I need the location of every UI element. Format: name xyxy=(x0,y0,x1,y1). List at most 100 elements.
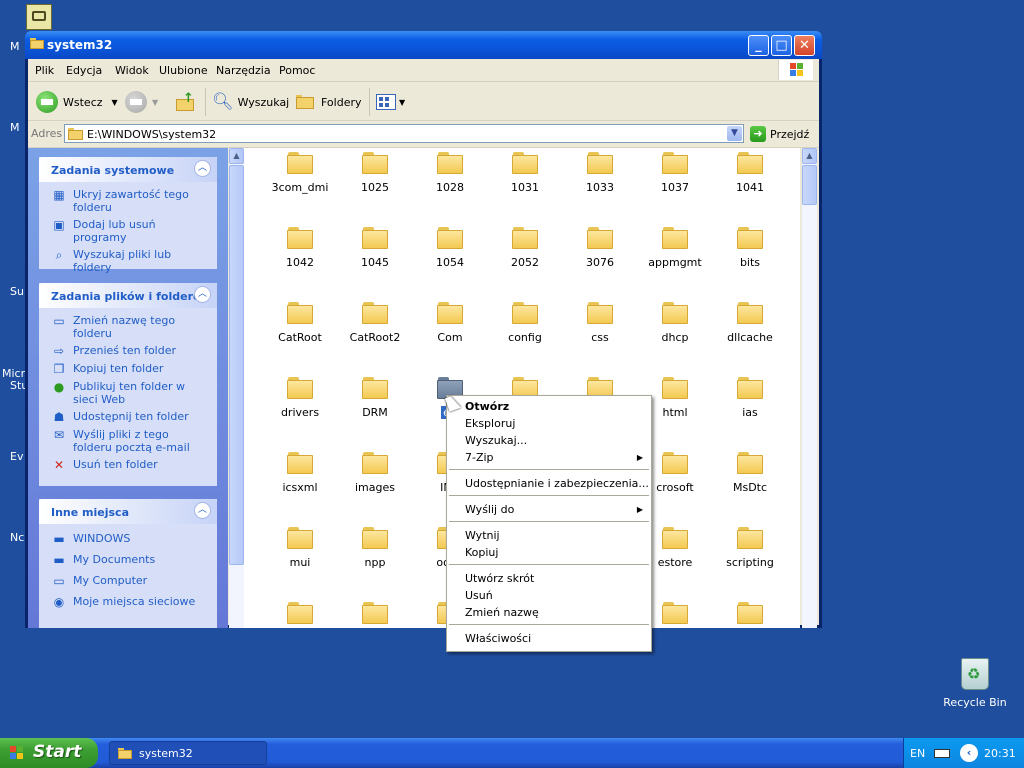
recycle-bin[interactable]: Recycle Bin xyxy=(940,658,1010,709)
scroll-up-icon[interactable]: ▲ xyxy=(802,148,817,164)
minimize-button[interactable]: _ xyxy=(748,35,769,56)
keyboard-icon[interactable] xyxy=(934,749,950,758)
back-dropdown-icon[interactable]: ▼ xyxy=(112,98,118,107)
collapse-icon[interactable]: ︿ xyxy=(194,286,211,303)
views-icon xyxy=(376,94,396,110)
menu-item-open[interactable]: Otwórz xyxy=(465,400,509,413)
desktop-shortcut-icon[interactable] xyxy=(26,4,52,30)
folder-item[interactable]: css xyxy=(563,298,637,344)
menu-item-sharing[interactable]: Udostępnianie i zabezpieczenia... xyxy=(465,477,649,490)
folder-item[interactable]: DRM xyxy=(338,373,412,419)
folder-item[interactable] xyxy=(713,598,787,628)
folder-item[interactable]: dhcp xyxy=(638,298,712,344)
panel-header[interactable]: Zadania systemowe ︿ xyxy=(39,157,217,182)
place-windows[interactable]: ▬ WINDOWS xyxy=(51,532,209,546)
folder-item[interactable]: MsDtc xyxy=(713,448,787,494)
folder-item[interactable]: 1033 xyxy=(563,148,637,194)
folder-item[interactable]: CatRoot2 xyxy=(338,298,412,344)
maximize-button[interactable]: □ xyxy=(771,35,792,56)
place-my-computer[interactable]: ▭ My Computer xyxy=(51,574,209,588)
tray-chevron-icon[interactable]: ‹ xyxy=(960,744,978,762)
folder-item[interactable]: 1042 xyxy=(263,223,337,269)
folder-item[interactable]: CatRoot xyxy=(263,298,337,344)
start-button[interactable]: Start xyxy=(0,738,98,768)
folder-item[interactable]: 1031 xyxy=(488,148,562,194)
menu-item-7zip[interactable]: 7-Zip xyxy=(465,451,494,464)
folder-item[interactable]: ias xyxy=(713,373,787,419)
task-hide-contents[interactable]: ▦ Ukryj zawartość tego folderu xyxy=(51,188,209,214)
menu-item-copy[interactable]: Kopiuj xyxy=(465,546,498,559)
folder-item[interactable]: config xyxy=(488,298,562,344)
close-button[interactable]: ✕ xyxy=(794,35,815,56)
panel-header[interactable]: Inne miejsca ︿ xyxy=(39,499,217,524)
menu-plik[interactable]: Plik xyxy=(35,64,54,77)
menu-pomoc[interactable]: Pomoc xyxy=(279,64,315,77)
panel-header[interactable]: Zadania plików i folderów ︿ xyxy=(39,283,217,308)
folder-item[interactable]: 3076 xyxy=(563,223,637,269)
address-value: E:\WINDOWS\system32 xyxy=(87,128,217,141)
folder-item[interactable]: 1054 xyxy=(413,223,487,269)
folder-item[interactable]: 1041 xyxy=(713,148,787,194)
back-button[interactable]: Wstecz ▼ xyxy=(36,91,118,113)
address-input[interactable]: E:\WINDOWS\system32 ▼ xyxy=(64,124,744,143)
folder-item[interactable]: 2052 xyxy=(488,223,562,269)
menu-item-explore[interactable]: Eksploruj xyxy=(465,417,515,430)
folder-item[interactable] xyxy=(263,598,337,628)
scroll-thumb[interactable] xyxy=(229,165,244,565)
taskbar-item-system32[interactable]: system32 xyxy=(109,741,267,765)
task-email-files[interactable]: ✉ Wyślij pliki z tego folderu pocztą e-ma… xyxy=(51,428,209,454)
scroll-up-icon[interactable]: ▲ xyxy=(229,148,244,164)
views-button[interactable]: ▼ xyxy=(376,91,405,113)
menu-item-properties[interactable]: Właściwości xyxy=(465,632,531,645)
folder-item[interactable]: 1045 xyxy=(338,223,412,269)
task-publish-web[interactable]: ● Publikuj ten folder w sieci Web xyxy=(51,380,209,406)
folder-item[interactable]: images xyxy=(338,448,412,494)
task-delete-folder[interactable]: ✕ Usuń ten folder xyxy=(51,458,209,472)
menu-item-send-to[interactable]: Wyślij do xyxy=(465,503,514,516)
menu-edycja[interactable]: Edycja xyxy=(66,64,102,77)
title-bar[interactable]: system32 _ □ ✕ xyxy=(25,31,822,59)
task-move-folder[interactable]: ⇨ Przenieś ten folder xyxy=(51,344,209,358)
place-my-documents[interactable]: ▬ My Documents xyxy=(51,553,209,567)
folder-item[interactable]: 3com_dmi xyxy=(263,148,337,194)
folder-view-scrollbar[interactable]: ▲ ▼ xyxy=(802,148,817,628)
menu-widok[interactable]: Widok xyxy=(115,64,149,77)
menu-item-delete[interactable]: Usuń xyxy=(465,589,493,602)
folder-item[interactable]: 1037 xyxy=(638,148,712,194)
folder-item[interactable]: icsxml xyxy=(263,448,337,494)
up-folder-button[interactable]: ↑ xyxy=(176,91,196,113)
menu-narzedzia[interactable]: Narzędzia xyxy=(216,64,271,77)
collapse-icon[interactable]: ︿ xyxy=(194,160,211,177)
go-button[interactable]: ➜ Przejdź xyxy=(750,124,809,144)
search-button[interactable]: 🔍︎ Wyszukaj xyxy=(212,91,289,113)
folder-item[interactable]: bits xyxy=(713,223,787,269)
folder-item[interactable] xyxy=(338,598,412,628)
task-pane-scrollbar[interactable]: ▲ ▼ xyxy=(229,148,244,628)
place-network[interactable]: ◉ Moje miejsca sieciowe xyxy=(51,595,209,609)
folder-item[interactable]: appmgmt xyxy=(638,223,712,269)
task-search-files[interactable]: ⌕ Wyszukaj pliki lub foldery xyxy=(51,248,209,274)
forward-button[interactable]: ▼ xyxy=(125,91,158,113)
folder-item[interactable]: scripting xyxy=(713,523,787,569)
folder-item[interactable]: 1025 xyxy=(338,148,412,194)
folder-item[interactable]: dllcache xyxy=(713,298,787,344)
folder-item[interactable]: 1028 xyxy=(413,148,487,194)
folders-button[interactable]: Foldery xyxy=(296,91,362,113)
task-copy-folder[interactable]: ❐ Kopiuj ten folder xyxy=(51,362,209,376)
menu-item-cut[interactable]: Wytnij xyxy=(465,529,500,542)
language-indicator[interactable]: EN xyxy=(910,747,925,760)
folder-item[interactable]: drivers xyxy=(263,373,337,419)
task-share-folder[interactable]: ☗ Udostępnij ten folder xyxy=(51,410,209,424)
folder-item[interactable]: Com xyxy=(413,298,487,344)
collapse-icon[interactable]: ︿ xyxy=(194,502,211,519)
menu-item-create-shortcut[interactable]: Utwórz skrót xyxy=(465,572,534,585)
task-rename-folder[interactable]: ▭ Zmień nazwę tego folderu xyxy=(51,314,209,340)
folder-item[interactable]: npp xyxy=(338,523,412,569)
address-dropdown-icon[interactable]: ▼ xyxy=(727,126,742,141)
menu-ulubione[interactable]: Ulubione xyxy=(159,64,208,77)
menu-item-rename[interactable]: Zmień nazwę xyxy=(465,606,539,619)
folder-item[interactable]: mui xyxy=(263,523,337,569)
task-add-remove-programs[interactable]: ▣ Dodaj lub usuń programy xyxy=(51,218,209,244)
menu-item-search[interactable]: Wyszukaj... xyxy=(465,434,527,447)
scroll-thumb[interactable] xyxy=(802,165,817,205)
